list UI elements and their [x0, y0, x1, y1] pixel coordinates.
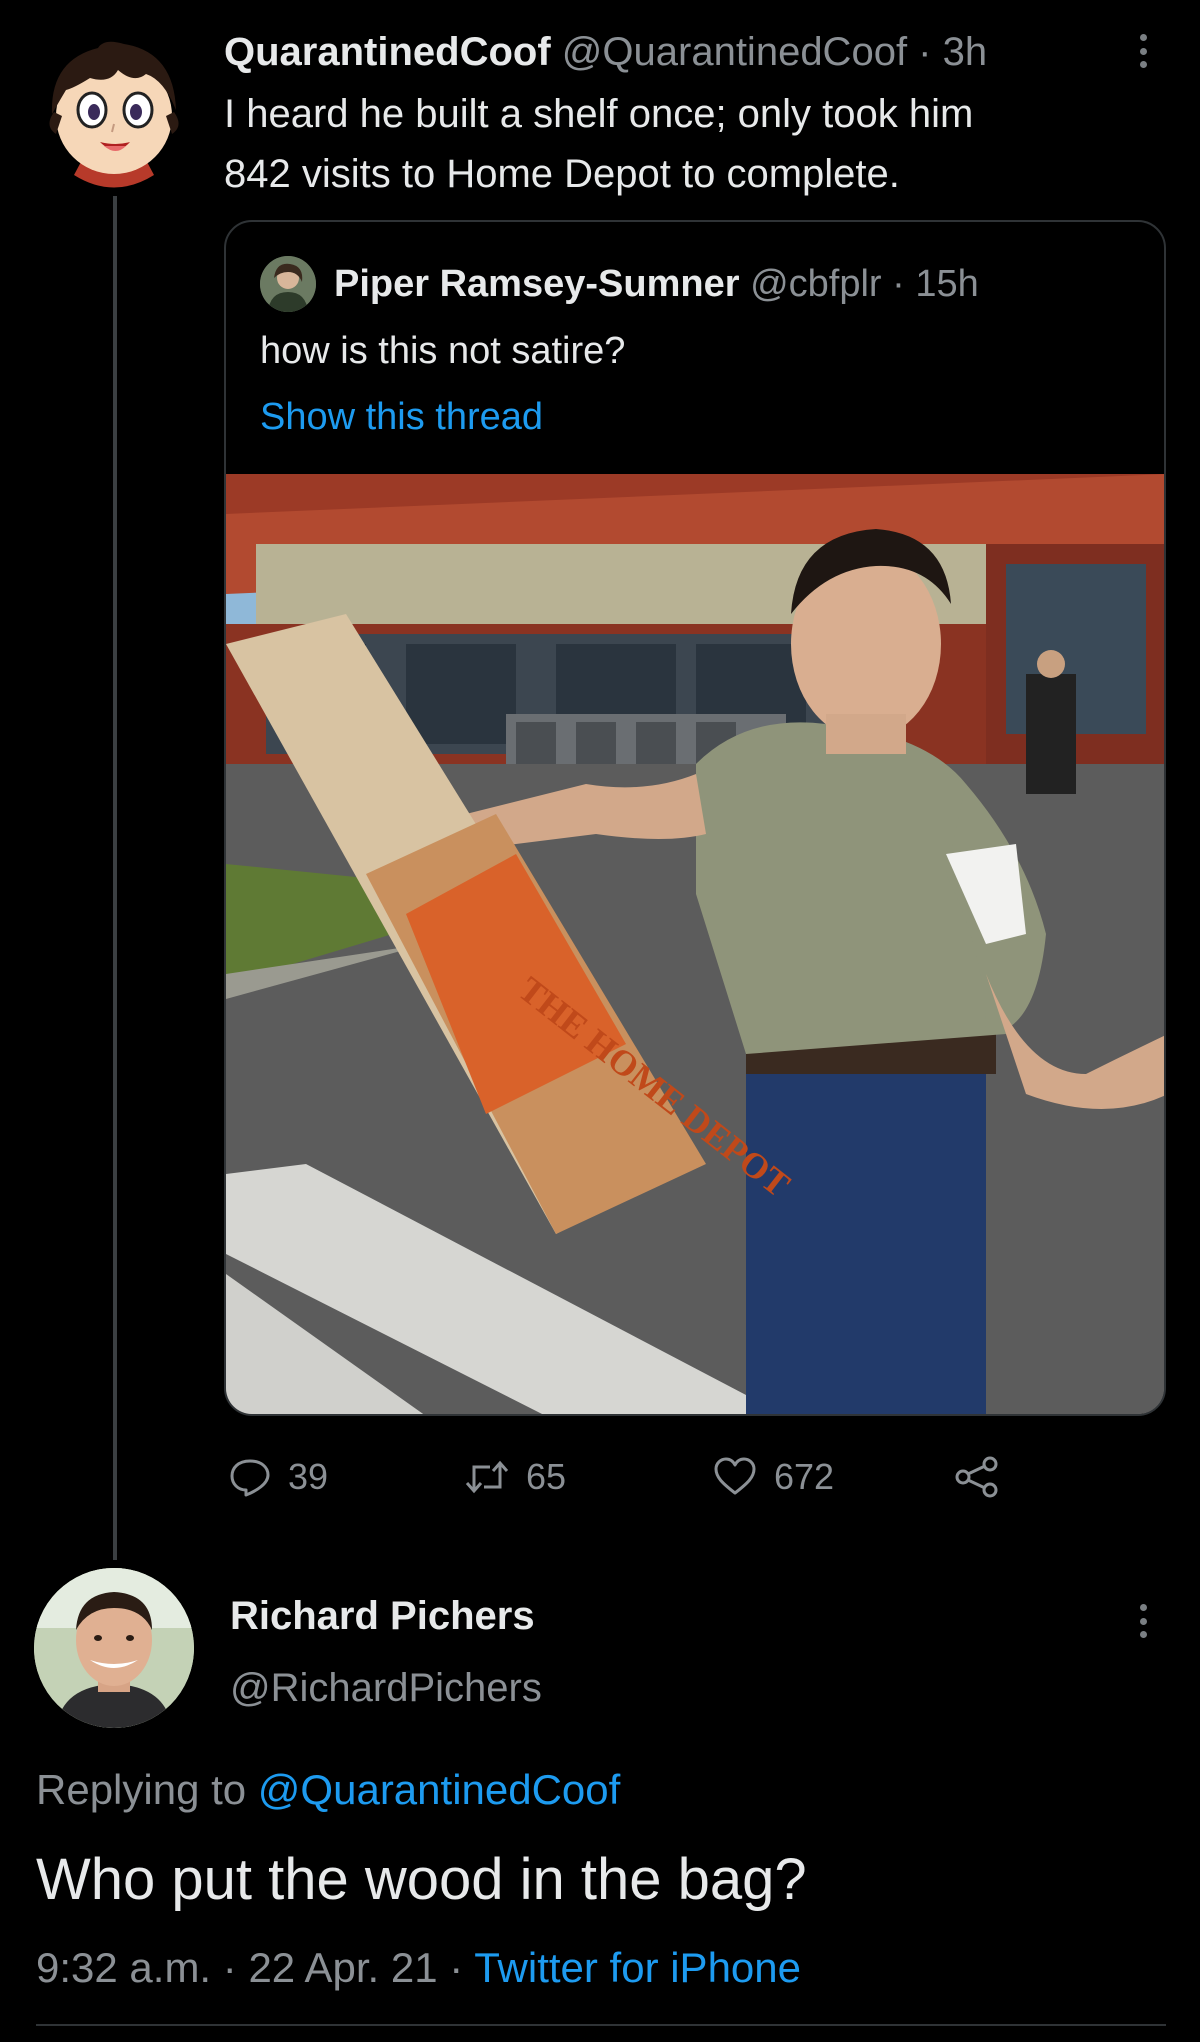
anime-avatar-image	[34, 30, 194, 190]
like-button[interactable]: 672	[712, 1442, 834, 1512]
share-button[interactable]	[954, 1442, 1000, 1512]
quoted-tweet-media[interactable]: THE HOME DEPOT	[226, 474, 1164, 1414]
video-still-image: THE HOME DEPOT	[226, 474, 1164, 1414]
retweet-count: 65	[526, 1456, 567, 1497]
tweet-action-bar: 39 65 672	[224, 1442, 1124, 1512]
display-name[interactable]: Piper Ramsey-Sumner	[334, 263, 740, 305]
share-icon	[955, 1456, 998, 1498]
reply-tweet[interactable]: Richard Pichers @RichardPichers Replying…	[0, 1560, 1200, 2042]
timestamp[interactable]: 15h	[915, 263, 978, 305]
tweet-text: I heard he built a shelf once; only took…	[224, 84, 1124, 204]
profile-photo	[260, 256, 316, 312]
original-tweet[interactable]: QuarantinedCoof @QuarantinedCoof · 3h I …	[0, 0, 1200, 1570]
avatar[interactable]	[34, 30, 194, 190]
quoted-tweet-card[interactable]: Piper Ramsey-Sumner @cbfplr · 15h how is…	[224, 220, 1166, 1416]
tweet-text-line: 842 visits to Home Depot to complete.	[224, 152, 900, 196]
retweet-button[interactable]: 65	[464, 1442, 566, 1512]
divider	[36, 2024, 1166, 2026]
tweet-date[interactable]: 22 Apr. 21	[248, 1944, 437, 1991]
avatar[interactable]	[34, 1568, 194, 1728]
separator: ·	[907, 30, 943, 74]
avatar[interactable]	[260, 256, 316, 312]
reply-button[interactable]: 39	[228, 1442, 328, 1512]
tweet-header: QuarantinedCoof @QuarantinedCoof · 3h	[224, 26, 987, 78]
profile-photo	[34, 1568, 194, 1728]
show-thread-link[interactable]: Show this thread	[260, 392, 543, 442]
quoted-tweet-header: Piper Ramsey-Sumner @cbfplr · 15h	[334, 258, 979, 310]
retweet-icon	[465, 1460, 509, 1494]
reply-icon	[230, 1459, 270, 1497]
separator: ·	[211, 1944, 249, 1991]
tweet-meta: 9:32 a.m. · 22 Apr. 21 · Twitter for iPh…	[36, 1940, 801, 1996]
separator: ·	[437, 1944, 475, 1991]
tweet-time[interactable]: 9:32 a.m.	[36, 1944, 211, 1991]
display-name[interactable]: Richard Pichers	[230, 1590, 535, 1642]
replying-to-mention[interactable]: @QuarantinedCoof	[258, 1766, 621, 1813]
quoted-tweet-text: how is this not satire?	[260, 330, 626, 372]
like-count: 672	[774, 1456, 835, 1497]
handle[interactable]: @cbfplr	[750, 263, 882, 305]
handle[interactable]: @RichardPichers	[230, 1662, 542, 1714]
tweet-source-link[interactable]: Twitter for iPhone	[474, 1944, 801, 1991]
separator: ·	[881, 263, 916, 305]
like-icon	[714, 1457, 756, 1495]
replying-to-line: Replying to @QuarantinedCoof	[36, 1762, 620, 1818]
tweet-text-line: I heard he built a shelf once; only took…	[224, 92, 974, 136]
more-vertical-icon[interactable]	[1126, 1598, 1160, 1644]
replying-prefix: Replying to	[36, 1766, 258, 1813]
display-name[interactable]: QuarantinedCoof	[224, 30, 551, 74]
handle[interactable]: @QuarantinedCoof	[562, 30, 907, 74]
more-vertical-icon[interactable]	[1126, 28, 1160, 74]
timestamp[interactable]: 3h	[943, 30, 988, 74]
thread-connector-line	[113, 196, 117, 1560]
reply-count: 39	[288, 1456, 329, 1497]
tweet-text: Who put the wood in the bag?	[36, 1847, 807, 1912]
